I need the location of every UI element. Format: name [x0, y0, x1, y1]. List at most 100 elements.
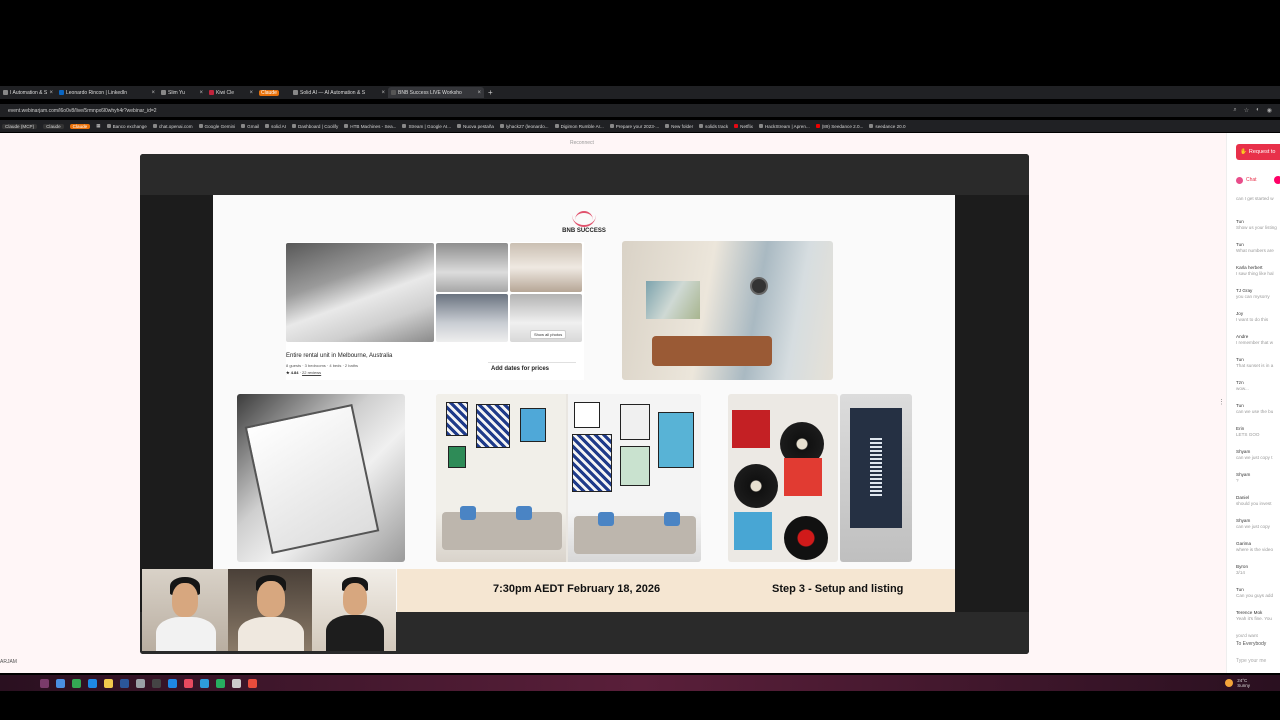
extensions-icon[interactable]: ◐: [1256, 107, 1260, 114]
tab-automation[interactable]: I Automation & S ×: [0, 87, 56, 98]
bookmark-label: solids track: [705, 123, 729, 129]
bookmark[interactable]: New folder: [665, 124, 693, 129]
star-icon[interactable]: ☆: [1244, 107, 1249, 114]
reconnect-link[interactable]: Reconnect: [570, 140, 594, 146]
new-tab-icon[interactable]: +: [484, 88, 497, 97]
bookmark[interactable]: Prepare your 2023-...: [609, 124, 659, 129]
reviews-link: 22 reviews: [302, 370, 322, 375]
files-icon[interactable]: [104, 678, 113, 688]
slide-footer: 7:30pm AEDT February 18, 2026 Step 3 - S…: [397, 569, 955, 612]
chat-text: should you invest: [1236, 501, 1272, 506]
logo-text: BNB SUCCESS: [562, 228, 606, 234]
request-button[interactable]: ✋ Request to: [1236, 144, 1280, 160]
bookmark[interactable]: Dashboard | Coolify: [291, 124, 338, 129]
favicon-icon: [869, 124, 874, 128]
chat-text: can we use the bu: [1236, 409, 1274, 414]
bookmark[interactable]: chat.openai.com: [152, 123, 193, 129]
magazine-photo: [237, 394, 405, 562]
bookmark[interactable]: Netflix: [734, 124, 753, 129]
tab-slim[interactable]: Slim Yu ×: [158, 87, 206, 98]
chat-message: Erin LETS GOO: [1236, 426, 1280, 449]
vinyl-wall-photo: [728, 394, 838, 562]
zoom-icon[interactable]: ⌕: [1233, 107, 1236, 114]
chrome-icon[interactable]: [72, 678, 81, 688]
reaction-icon[interactable]: [1273, 176, 1280, 184]
bookmark[interactable]: Claude: [69, 123, 91, 129]
system-tray: 24°C Sunny: [1225, 678, 1280, 688]
chat-message: Tun Show us your listing: [1236, 219, 1280, 242]
app2-icon[interactable]: [184, 678, 193, 688]
frame: [448, 446, 466, 468]
bookmark[interactable]: Google Gemini: [198, 124, 235, 129]
chat-text: I saw thing like hal: [1236, 271, 1274, 276]
address-bar[interactable]: event.webinarjam.com/l6o0v8/live/5rmnpx6…: [0, 104, 1280, 117]
recipient-select[interactable]: To Everybody: [1236, 641, 1266, 647]
bookmarks-bar: Claude (MCP) Claude Claude ▦ Banco excha…: [0, 120, 1280, 132]
bookmark-label: Gmail: [247, 123, 260, 129]
bookmark[interactable]: Gmail: [241, 124, 259, 129]
bookmark[interactable]: Claude: [43, 123, 64, 129]
bookmark[interactable]: seedance 20.0: [869, 124, 906, 129]
chat-message: Daniel should you invest: [1236, 495, 1280, 518]
close-icon[interactable]: ×: [477, 90, 481, 96]
close-icon[interactable]: ×: [49, 90, 53, 96]
weather-icon[interactable]: [1225, 679, 1234, 687]
app5-icon[interactable]: [232, 678, 241, 688]
bookmark[interactable]: Stream | Google AI...: [402, 124, 451, 129]
app3-icon[interactable]: [200, 678, 209, 688]
tab-label: Leonardo Rincon | LinkedIn: [66, 89, 128, 96]
close-icon[interactable]: ×: [151, 90, 155, 96]
gemini-icon: [198, 124, 203, 128]
taskbar: 24°C Sunny: [0, 675, 1280, 691]
tab-label: Slim Yu: [168, 89, 185, 96]
tab-bnb-success[interactable]: BNB Success LIVE Worksho ×: [388, 87, 484, 98]
close-icon[interactable]: ×: [249, 90, 253, 96]
apps-grid-icon[interactable]: ▦: [96, 123, 100, 129]
chat-input[interactable]: Type your me: [1236, 658, 1266, 664]
presentation-slide: BNB SUCCESS Show all photos Entire renta…: [213, 195, 955, 612]
close-icon[interactable]: ×: [199, 90, 203, 96]
bookmark[interactable]: lyhack27 (leonardo...: [499, 124, 549, 129]
url-text[interactable]: event.webinarjam.com/l6o0v8/live/5rmnpx6…: [8, 108, 1233, 114]
bookmark[interactable]: Claude (MCP): [2, 123, 38, 129]
chat-text: can I get started w: [1236, 196, 1274, 201]
listing-screenshot: Show all photos Entire rental unit in Me…: [286, 242, 584, 380]
store-icon[interactable]: [56, 678, 65, 688]
bookmark[interactable]: Banco exchange: [106, 124, 147, 129]
terminal-icon[interactable]: [152, 678, 161, 688]
bookmark[interactable]: Nuova pestaña: [457, 124, 494, 129]
more-options-icon[interactable]: ⋮: [1218, 398, 1225, 406]
video-stage[interactable]: BNB SUCCESS Show all photos Entire renta…: [140, 154, 1029, 654]
bookmark-label: (89) Seedance 2.0...: [821, 123, 864, 129]
tab-linkedin[interactable]: Leonardo Rincon | LinkedIn ×: [56, 87, 158, 98]
page-footer-text: ARJAM: [0, 659, 17, 665]
explorer-icon[interactable]: [40, 678, 49, 688]
settings-icon[interactable]: [136, 678, 145, 688]
chat-tab-label: Chat: [1246, 177, 1257, 183]
bookmark[interactable]: (89) Seedance 2.0...: [815, 123, 864, 129]
bookmark[interactable]: solids track: [699, 124, 728, 129]
chat-tab[interactable]: Chat: [1236, 176, 1280, 184]
weather-text[interactable]: 24°C Sunny: [1237, 678, 1250, 688]
app6-icon[interactable]: [248, 678, 257, 688]
bookmark[interactable]: solid AI: [265, 124, 286, 129]
edge-icon[interactable]: [88, 678, 97, 688]
app4-icon[interactable]: [216, 678, 225, 688]
chat-text: can we just copy t: [1236, 455, 1273, 460]
app-icon[interactable]: [168, 678, 177, 688]
favicon-icon: [265, 124, 270, 128]
vinyl-record: [784, 516, 828, 560]
close-icon[interactable]: ×: [381, 90, 385, 96]
bookmark[interactable]: HackStream | Apren...: [758, 124, 810, 129]
chat-message: TJ Gray you can mysorry: [1236, 288, 1280, 311]
bookmark-label: chat.openai.com: [158, 123, 193, 129]
word-icon[interactable]: [120, 678, 129, 688]
tab-kiwi[interactable]: Kiwi Cle ×: [206, 87, 256, 98]
bookmark[interactable]: Digimon Rumble Ar...: [554, 124, 604, 129]
bookmark[interactable]: HTB Machines - Sea...: [344, 124, 396, 129]
wall-art-photo: [436, 394, 701, 562]
profile-icon[interactable]: ◉: [1267, 107, 1272, 114]
weather-place: Sunny: [1237, 683, 1250, 688]
tab-claude[interactable]: Claude: [256, 87, 290, 98]
tab-solid-ai[interactable]: Solid AI — AI Automation & S ×: [290, 87, 388, 98]
